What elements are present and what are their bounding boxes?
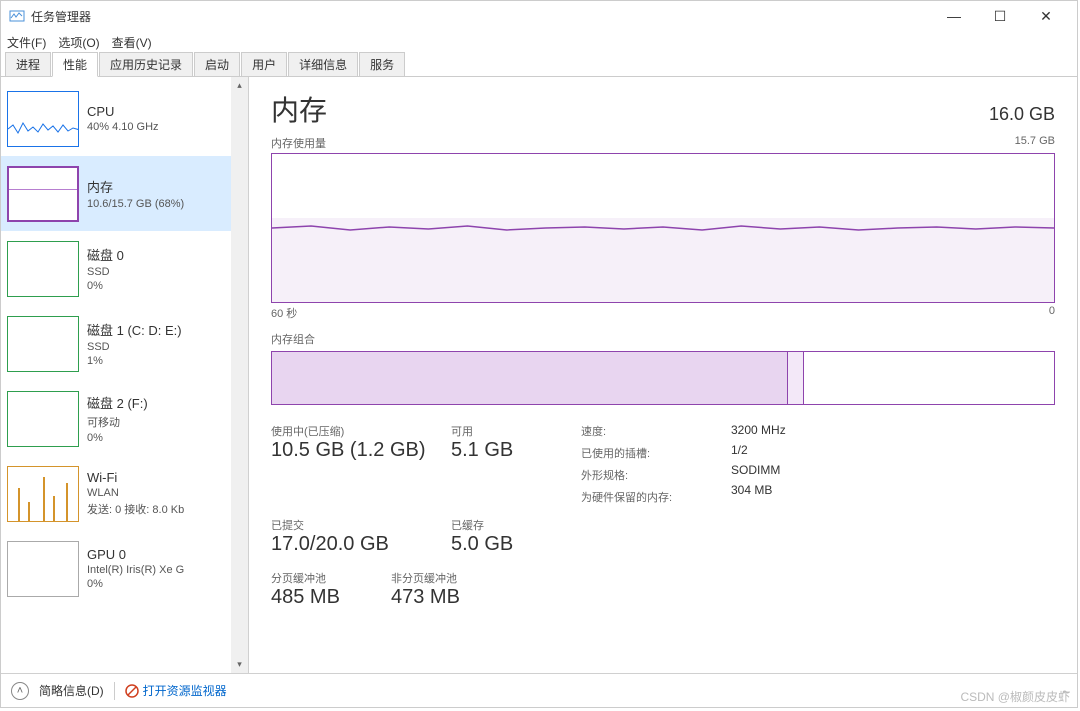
sidebar-item-gpu0[interactable]: GPU 0 Intel(R) Iris(R) Xe G 0% (1, 531, 248, 606)
collapse-icon[interactable]: ˄ (11, 682, 29, 700)
sidebar-disk1-title: 磁盘 1 (C: D: E:) (87, 320, 182, 339)
scroll-down-icon[interactable]: ▾ (231, 656, 248, 673)
watermark: CSDN @椒颜皮皮虾໌ (960, 688, 1070, 705)
tab-startup[interactable]: 启动 (194, 52, 240, 76)
sidebar-item-disk2[interactable]: 磁盘 2 (F:) 可移动 0% (1, 381, 248, 456)
menu-bar: 文件(F) 选项(O) 查看(V) (1, 31, 1077, 53)
paged-value: 485 MB (271, 586, 391, 609)
sidebar-disk2-sub: 可移动 (87, 414, 148, 430)
form-label: 外形规格: (581, 467, 731, 483)
tab-performance[interactable]: 性能 (52, 52, 98, 77)
usage-chart-label: 内存使用量 (271, 135, 326, 151)
paged-label: 分页缓冲池 (271, 570, 391, 586)
sidebar-disk1-sub: SSD (87, 341, 182, 353)
nonpaged-label: 非分页缓冲池 (391, 570, 511, 586)
memory-total: 16.0 GB (989, 104, 1055, 125)
footer-bar: ˄ 简略信息(D) 打开资源监视器 (1, 673, 1077, 707)
sidebar-disk0-sub: SSD (87, 266, 124, 278)
memory-composition-chart (271, 351, 1055, 405)
sidebar-scrollbar[interactable]: ▴ ▾ (231, 77, 248, 673)
open-resmon-link[interactable]: 打开资源监视器 (125, 682, 227, 699)
sidebar-disk0-title: 磁盘 0 (87, 245, 124, 264)
sidebar-disk2-title: 磁盘 2 (F:) (87, 393, 148, 412)
scroll-up-icon[interactable]: ▴ (231, 77, 248, 94)
sidebar-mem-title: 内存 (87, 177, 184, 196)
available-value: 5.1 GB (451, 439, 581, 462)
nonpaged-value: 473 MB (391, 586, 511, 609)
hw-reserved-value: 304 MB (731, 483, 871, 497)
slots-value: 1/2 (731, 443, 871, 457)
app-icon (9, 8, 25, 24)
sidebar-item-disk0[interactable]: 磁盘 0 SSD 0% (1, 231, 248, 306)
tab-processes[interactable]: 进程 (5, 52, 51, 76)
disk2-thumb (7, 391, 79, 447)
in-use-label: 使用中(已压缩) (271, 423, 451, 439)
wifi-thumb (7, 466, 79, 522)
gpu0-thumb (7, 541, 79, 597)
sidebar-mem-sub: 10.6/15.7 GB (68%) (87, 198, 184, 210)
composition-label: 内存组合 (271, 331, 1055, 347)
disk0-thumb (7, 241, 79, 297)
tab-users[interactable]: 用户 (241, 52, 287, 76)
tab-details[interactable]: 详细信息 (288, 52, 358, 76)
available-label: 可用 (451, 423, 581, 439)
sidebar-gpu0-title: GPU 0 (87, 547, 184, 562)
sidebar-wifi-sub: WLAN (87, 487, 184, 499)
menu-view[interactable]: 查看(V) (112, 34, 152, 51)
page-title: 内存 (271, 89, 327, 129)
footer-divider (114, 682, 115, 700)
cached-value: 5.0 GB (451, 533, 581, 556)
sidebar-wifi-sub2: 发送: 0 接收: 8.0 Kb (87, 501, 184, 517)
cpu-thumb (7, 91, 79, 147)
maximize-button[interactable]: ☐ (977, 1, 1023, 31)
cached-label: 已缓存 (451, 517, 581, 533)
chart-x-left: 60 秒 (271, 305, 297, 321)
chart-x-right: 0 (1049, 305, 1055, 321)
window-title: 任务管理器 (31, 8, 931, 25)
sidebar-item-cpu[interactable]: CPU 40% 4.10 GHz (1, 81, 248, 156)
slots-label: 已使用的插槽: (581, 445, 731, 461)
sidebar-item-disk1[interactable]: 磁盘 1 (C: D: E:) SSD 1% (1, 306, 248, 381)
main-panel: 内存 16.0 GB 内存使用量 15.7 GB 60 秒 0 内存组合 (249, 77, 1077, 673)
menu-file[interactable]: 文件(F) (7, 34, 46, 51)
hw-reserved-label: 为硬件保留的内存: (581, 489, 731, 505)
in-use-value: 10.5 GB (1.2 GB) (271, 439, 451, 462)
tab-services[interactable]: 服务 (359, 52, 405, 76)
sidebar-disk0-sub2: 0% (87, 280, 124, 292)
perf-sidebar: CPU 40% 4.10 GHz 内存 10.6/15.7 GB (68%) 磁… (1, 77, 249, 673)
fewer-details-link[interactable]: 简略信息(D) (39, 682, 104, 699)
committed-value: 17.0/20.0 GB (271, 533, 451, 556)
usage-chart-max: 15.7 GB (1015, 135, 1055, 151)
tab-app-history[interactable]: 应用历史记录 (99, 52, 193, 76)
memory-thumb (7, 166, 79, 222)
titlebar: 任务管理器 — ☐ ✕ (1, 1, 1077, 31)
tab-strip: 进程 性能 应用历史记录 启动 用户 详细信息 服务 (1, 53, 1077, 77)
sidebar-cpu-sub: 40% 4.10 GHz (87, 121, 159, 133)
minimize-button[interactable]: — (931, 1, 977, 31)
form-value: SODIMM (731, 463, 871, 477)
sidebar-cpu-title: CPU (87, 104, 159, 119)
disk1-thumb (7, 316, 79, 372)
speed-label: 速度: (581, 423, 731, 439)
resmon-icon (125, 684, 139, 698)
sidebar-item-memory[interactable]: 内存 10.6/15.7 GB (68%) (1, 156, 248, 231)
close-button[interactable]: ✕ (1023, 1, 1069, 31)
committed-label: 已提交 (271, 517, 451, 533)
speed-value: 3200 MHz (731, 423, 871, 437)
sidebar-disk1-sub2: 1% (87, 355, 182, 367)
menu-options[interactable]: 选项(O) (58, 34, 99, 51)
sidebar-item-wifi[interactable]: Wi-Fi WLAN 发送: 0 接收: 8.0 Kb (1, 456, 248, 531)
sidebar-wifi-title: Wi-Fi (87, 470, 184, 485)
memory-usage-chart (271, 153, 1055, 303)
sidebar-gpu0-sub2: 0% (87, 578, 184, 590)
sidebar-disk2-sub2: 0% (87, 432, 148, 444)
sidebar-gpu0-sub: Intel(R) Iris(R) Xe G (87, 564, 184, 576)
